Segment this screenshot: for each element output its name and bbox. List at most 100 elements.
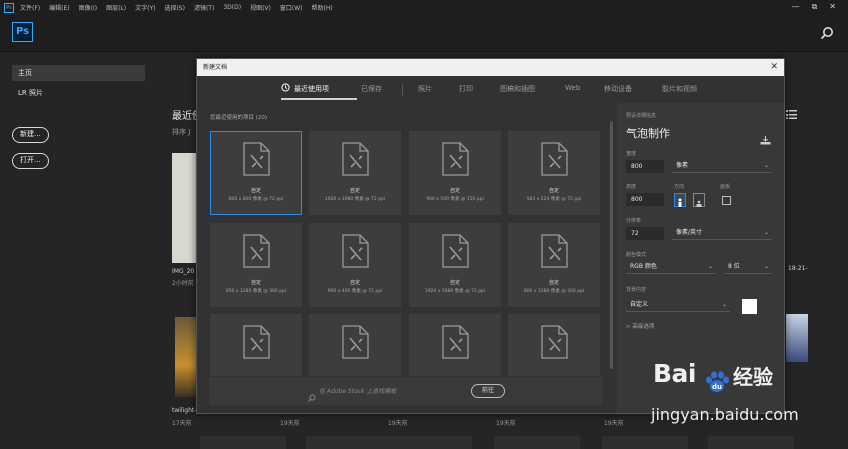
recent-file-time: 19天前 — [388, 420, 408, 427]
artboard-label: 画板 — [720, 184, 731, 190]
artboard-checkbox[interactable] — [722, 196, 731, 205]
stock-go-button[interactable]: 前往 — [471, 384, 505, 398]
width-input[interactable]: 800 — [626, 160, 664, 173]
advanced-options-toggle[interactable]: > 高级选项 — [626, 322, 654, 330]
new-file-button[interactable]: 新建... — [12, 127, 49, 143]
preset-tile[interactable]: 自定 1920 x 1080 像素 @ 72 ppi — [309, 131, 401, 215]
scrollbar[interactable] — [610, 121, 613, 369]
preset-tile[interactable]: 自定 900 x 500 像素 @ 150 ppi — [409, 131, 501, 215]
preset-tile[interactable] — [409, 314, 501, 376]
tab-separator — [402, 84, 403, 96]
preset-tile[interactable]: 自定 583 x 524 像素 @ 72 ppi — [508, 131, 600, 215]
recent-file-thumbnail[interactable] — [200, 436, 286, 449]
orientation-label: 方向 — [674, 184, 685, 190]
tab-saved[interactable]: 已保存 — [361, 84, 382, 94]
document-name-field[interactable]: 气泡制作 — [626, 125, 670, 141]
save-preset-icon[interactable] — [760, 130, 771, 145]
recent-file-thumbnail[interactable] — [172, 153, 198, 263]
recent-file-thumbnail[interactable] — [708, 436, 794, 449]
preset-tile[interactable]: 自定 800 x 800 像素 @ 72 ppi — [210, 131, 302, 215]
recent-file-time: 19天前 — [604, 420, 624, 427]
preset-tile[interactable] — [508, 314, 600, 376]
recent-file-thumbnail[interactable] — [306, 436, 392, 449]
document-icon — [243, 234, 270, 268]
document-icon — [442, 325, 469, 359]
minimize-button[interactable]: — — [792, 2, 800, 12]
menu-layer[interactable]: 图层(L) — [106, 3, 126, 12]
open-file-button[interactable]: 打开... — [12, 153, 49, 169]
landscape-orientation-button[interactable] — [693, 193, 705, 207]
search-icon[interactable] — [820, 25, 834, 40]
preset-tabs: 最近使用项 已保存 照片 打印 图稿和插图 Web 移动设备 胶片和视频 — [197, 76, 784, 103]
menu-type[interactable]: 文字(Y) — [135, 3, 155, 12]
app-icon: Ps — [4, 2, 14, 13]
tab-print[interactable]: 打印 — [459, 84, 473, 94]
preset-size: 900 x 400 像素 @ 72 ppi — [327, 289, 383, 294]
recent-file-thumbnail[interactable] — [786, 314, 808, 362]
menu-window[interactable]: 窗口(W) — [280, 3, 303, 12]
close-icon[interactable]: ✕ — [770, 59, 778, 76]
document-icon — [243, 142, 270, 176]
menu-view[interactable]: 视图(V) — [250, 3, 271, 12]
tab-art-illustration[interactable]: 图稿和插图 — [500, 84, 535, 94]
tab-web[interactable]: Web — [565, 84, 580, 92]
stock-search-input[interactable]: 在 Adobe Stock 上查找模板 — [319, 386, 396, 395]
search-icon — [308, 387, 316, 402]
tab-recent[interactable]: 最近使用项 — [294, 84, 329, 94]
tab-photo[interactable]: 照片 — [418, 84, 432, 94]
bit-depth-select[interactable]: 8 位 ⌄ — [724, 261, 772, 274]
document-icon — [541, 325, 568, 359]
preset-tile[interactable]: 自定 800 x 1280 像素 @ 300 ppi — [508, 223, 600, 307]
preset-tile[interactable]: 自定 1920 x 1080 像素 @ 72 ppi — [409, 223, 501, 307]
resolution-unit-value: 像素/英寸 — [676, 229, 703, 236]
chevron-down-icon: ⌄ — [721, 301, 727, 308]
preset-tile[interactable] — [309, 314, 401, 376]
preset-size: 1920 x 1080 像素 @ 72 ppi — [424, 289, 486, 294]
menu-select[interactable]: 选择(S) — [164, 3, 185, 12]
resolution-label: 分辨率 — [626, 218, 642, 224]
svg-text:du: du — [712, 383, 722, 391]
preset-tile[interactable]: 自定 900 x 400 像素 @ 72 ppi — [309, 223, 401, 307]
baidu-jingyan-watermark: 经验 — [733, 365, 773, 389]
details-header: 预设详细信息 — [626, 113, 657, 119]
width-label: 宽度 — [626, 151, 637, 157]
preset-size: 583 x 524 像素 @ 72 ppi — [526, 197, 582, 202]
new-document-dialog: 新建文档 ✕ 最近使用项 已保存 照片 打印 图稿和插图 Web 移动设备 胶片… — [196, 58, 785, 414]
preset-size: 900 x 500 像素 @ 150 ppi — [426, 197, 484, 202]
menu-filter[interactable]: 滤镜(T) — [194, 3, 214, 12]
preset-name: 自定 — [449, 188, 460, 194]
menu-3d[interactable]: 3D(D) — [223, 4, 241, 11]
recent-file-thumbnail[interactable] — [494, 436, 580, 449]
preset-tile[interactable] — [210, 314, 302, 376]
preset-name: 自定 — [349, 280, 360, 286]
chevron-down-icon: ⌄ — [707, 263, 713, 270]
menu-help[interactable]: 帮助(H) — [312, 3, 333, 12]
background-select[interactable]: 自定义 ⌄ — [626, 299, 730, 312]
recent-file-thumbnail[interactable] — [602, 436, 688, 449]
sidebar-item-lr-photos[interactable]: LR 照片 — [12, 85, 145, 101]
resolution-unit-select[interactable]: 像素/英寸 ⌄ — [672, 227, 772, 240]
sidebar-item-home[interactable]: 主页 — [12, 65, 145, 81]
recent-file-time: 19天前 — [496, 420, 516, 427]
menu-file[interactable]: 文件(F) — [20, 3, 40, 12]
tab-mobile[interactable]: 移动设备 — [604, 84, 632, 94]
width-unit-select[interactable]: 像素 ⌄ — [672, 160, 772, 173]
portrait-orientation-button[interactable] — [674, 193, 686, 207]
sort-label[interactable]: 排序 J — [172, 127, 190, 137]
list-view-icon[interactable] — [786, 104, 798, 119]
restore-button[interactable]: ⧉ — [812, 2, 818, 12]
menu-edit[interactable]: 编辑(E) — [49, 3, 69, 12]
height-input[interactable]: 800 — [626, 193, 664, 206]
preset-tile[interactable]: 自定 850 x 1280 像素 @ 300 ppi — [210, 223, 302, 307]
resolution-input[interactable]: 72 — [626, 227, 664, 240]
close-window-button[interactable]: ✕ — [829, 2, 836, 12]
color-mode-select[interactable]: RGB 颜色 ⌄ — [626, 261, 716, 274]
background-color-swatch[interactable] — [742, 299, 757, 314]
recent-file-name: IMG_20 — [172, 268, 195, 275]
preset-name: 自定 — [548, 280, 559, 286]
watermark-url: jingyan.baidu.com — [651, 405, 799, 424]
recent-file-thumbnail[interactable] — [386, 436, 472, 449]
tab-film-video[interactable]: 胶片和视频 — [662, 84, 697, 94]
menu-image[interactable]: 图像(I) — [79, 3, 97, 12]
home-sidebar: 主页 LR 照片 新建... 打开... — [0, 52, 160, 449]
